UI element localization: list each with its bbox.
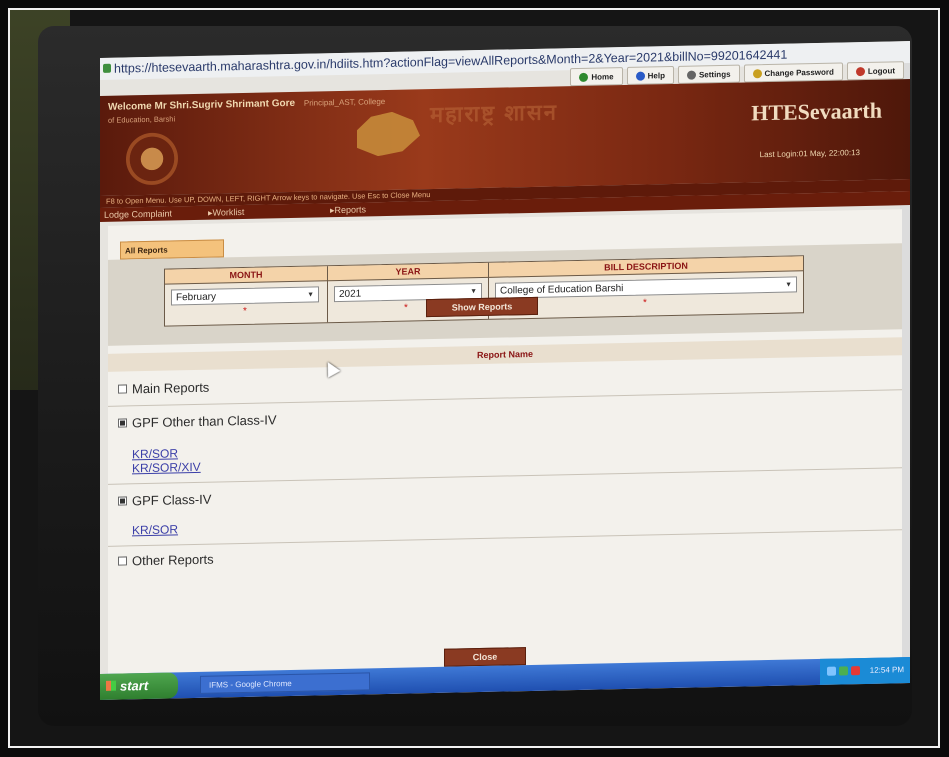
- department-text: of Education, Barshi: [108, 114, 176, 125]
- filter-area: MONTH February ▼ * YEAR 2021 ▼ * BILL DE…: [108, 243, 902, 346]
- home-button[interactable]: Home: [570, 67, 623, 87]
- close-button[interactable]: Close: [444, 647, 526, 667]
- password-icon: [752, 68, 762, 78]
- menu-item-worklist[interactable]: ▸ Worklist: [208, 206, 244, 220]
- site-header: Welcome Mr Shri.Sugriv Shrimant Gore Pri…: [100, 79, 910, 196]
- settings-button[interactable]: Settings: [677, 64, 740, 84]
- month-column: MONTH February ▼ *: [165, 266, 328, 326]
- bill-header: BILL DESCRIPTION: [489, 256, 803, 278]
- required-marker: *: [643, 297, 647, 309]
- other-reports-checkbox[interactable]: [118, 556, 127, 566]
- tab-all-reports[interactable]: All Reports: [120, 239, 224, 260]
- clock: 12:54 PM: [869, 665, 904, 675]
- power-icon: [855, 66, 865, 76]
- menu-item-reports[interactable]: ▸ Reports: [330, 203, 366, 217]
- reports-panel: All Reports MONTH February ▼ * YEAR 2021…: [108, 209, 902, 696]
- lock-icon: [103, 63, 111, 73]
- required-marker: *: [243, 305, 247, 318]
- year-header: YEAR: [328, 262, 488, 282]
- start-button[interactable]: start: [100, 672, 178, 700]
- marathi-banner-text: महाराष्ट्र शासन: [430, 99, 558, 128]
- show-reports-button[interactable]: Show Reports: [426, 296, 538, 318]
- help-icon: [635, 71, 645, 81]
- row-divider: [108, 529, 902, 547]
- row-divider: [108, 389, 902, 407]
- report-group-gpf-class4: GPF Class-IV: [118, 492, 211, 509]
- photo-frame: https://htesevaarth.maharashtra.gov.in/h…: [8, 8, 940, 748]
- report-group-label: Main Reports: [132, 379, 210, 397]
- link-kr-sor[interactable]: KR/SOR: [132, 522, 178, 537]
- menu-item-lodge-complaint[interactable]: Lodge Complaint: [104, 206, 172, 221]
- dropdown-arrow-icon: ▼: [307, 291, 314, 299]
- report-group-gpf-other: GPF Other than Class-IV: [118, 412, 277, 430]
- windows-logo-icon: [106, 680, 116, 691]
- state-emblem-icon: [126, 132, 178, 186]
- bill-select[interactable]: College of Education Barshi ▼: [495, 276, 797, 299]
- report-group-main: Main Reports: [118, 380, 209, 397]
- home-icon: [579, 72, 589, 82]
- network-icon[interactable]: [827, 666, 836, 676]
- link-kr-sor[interactable]: KR/SOR: [132, 446, 178, 461]
- link-kr-sor-xiv[interactable]: KR/SOR/XIV: [132, 460, 201, 475]
- logout-button[interactable]: Logout: [846, 61, 904, 81]
- maharashtra-map-icon: [350, 111, 420, 156]
- dropdown-arrow-icon: ▼: [785, 281, 792, 289]
- user-role: Principal_AST, College: [303, 97, 386, 108]
- row-divider: [108, 467, 902, 485]
- gpf-class4-checkbox[interactable]: [118, 496, 127, 506]
- antivirus-icon[interactable]: [839, 666, 848, 676]
- alert-icon[interactable]: [851, 666, 860, 676]
- report-group-label: GPF Class-IV: [132, 491, 212, 509]
- required-marker: *: [404, 302, 408, 314]
- main-reports-checkbox[interactable]: [118, 384, 127, 394]
- system-tray: 12:54 PM: [820, 657, 910, 685]
- month-header: MONTH: [165, 266, 327, 285]
- gpf-other-checkbox[interactable]: [118, 418, 127, 428]
- monitor-screen: https://htesevaarth.maharashtra.gov.in/h…: [100, 41, 910, 701]
- change-password-button[interactable]: Change Password: [743, 62, 843, 83]
- report-group-label: GPF Other than Class-IV: [132, 412, 277, 431]
- last-login: Last Login:01 May, 22:00:13: [759, 148, 860, 160]
- report-group-other: Other Reports: [118, 552, 214, 569]
- welcome-text: Welcome Mr Shri.Sugriv Shrimant Gore Pri…: [108, 97, 386, 113]
- month-select[interactable]: February ▼: [171, 286, 319, 306]
- report-group-label: Other Reports: [132, 551, 214, 569]
- taskbar-item-chrome[interactable]: IFMS - Google Chrome: [200, 672, 370, 694]
- brand-title: HTESevaarth: [751, 97, 882, 126]
- help-button[interactable]: Help: [626, 65, 674, 85]
- settings-icon: [686, 70, 696, 80]
